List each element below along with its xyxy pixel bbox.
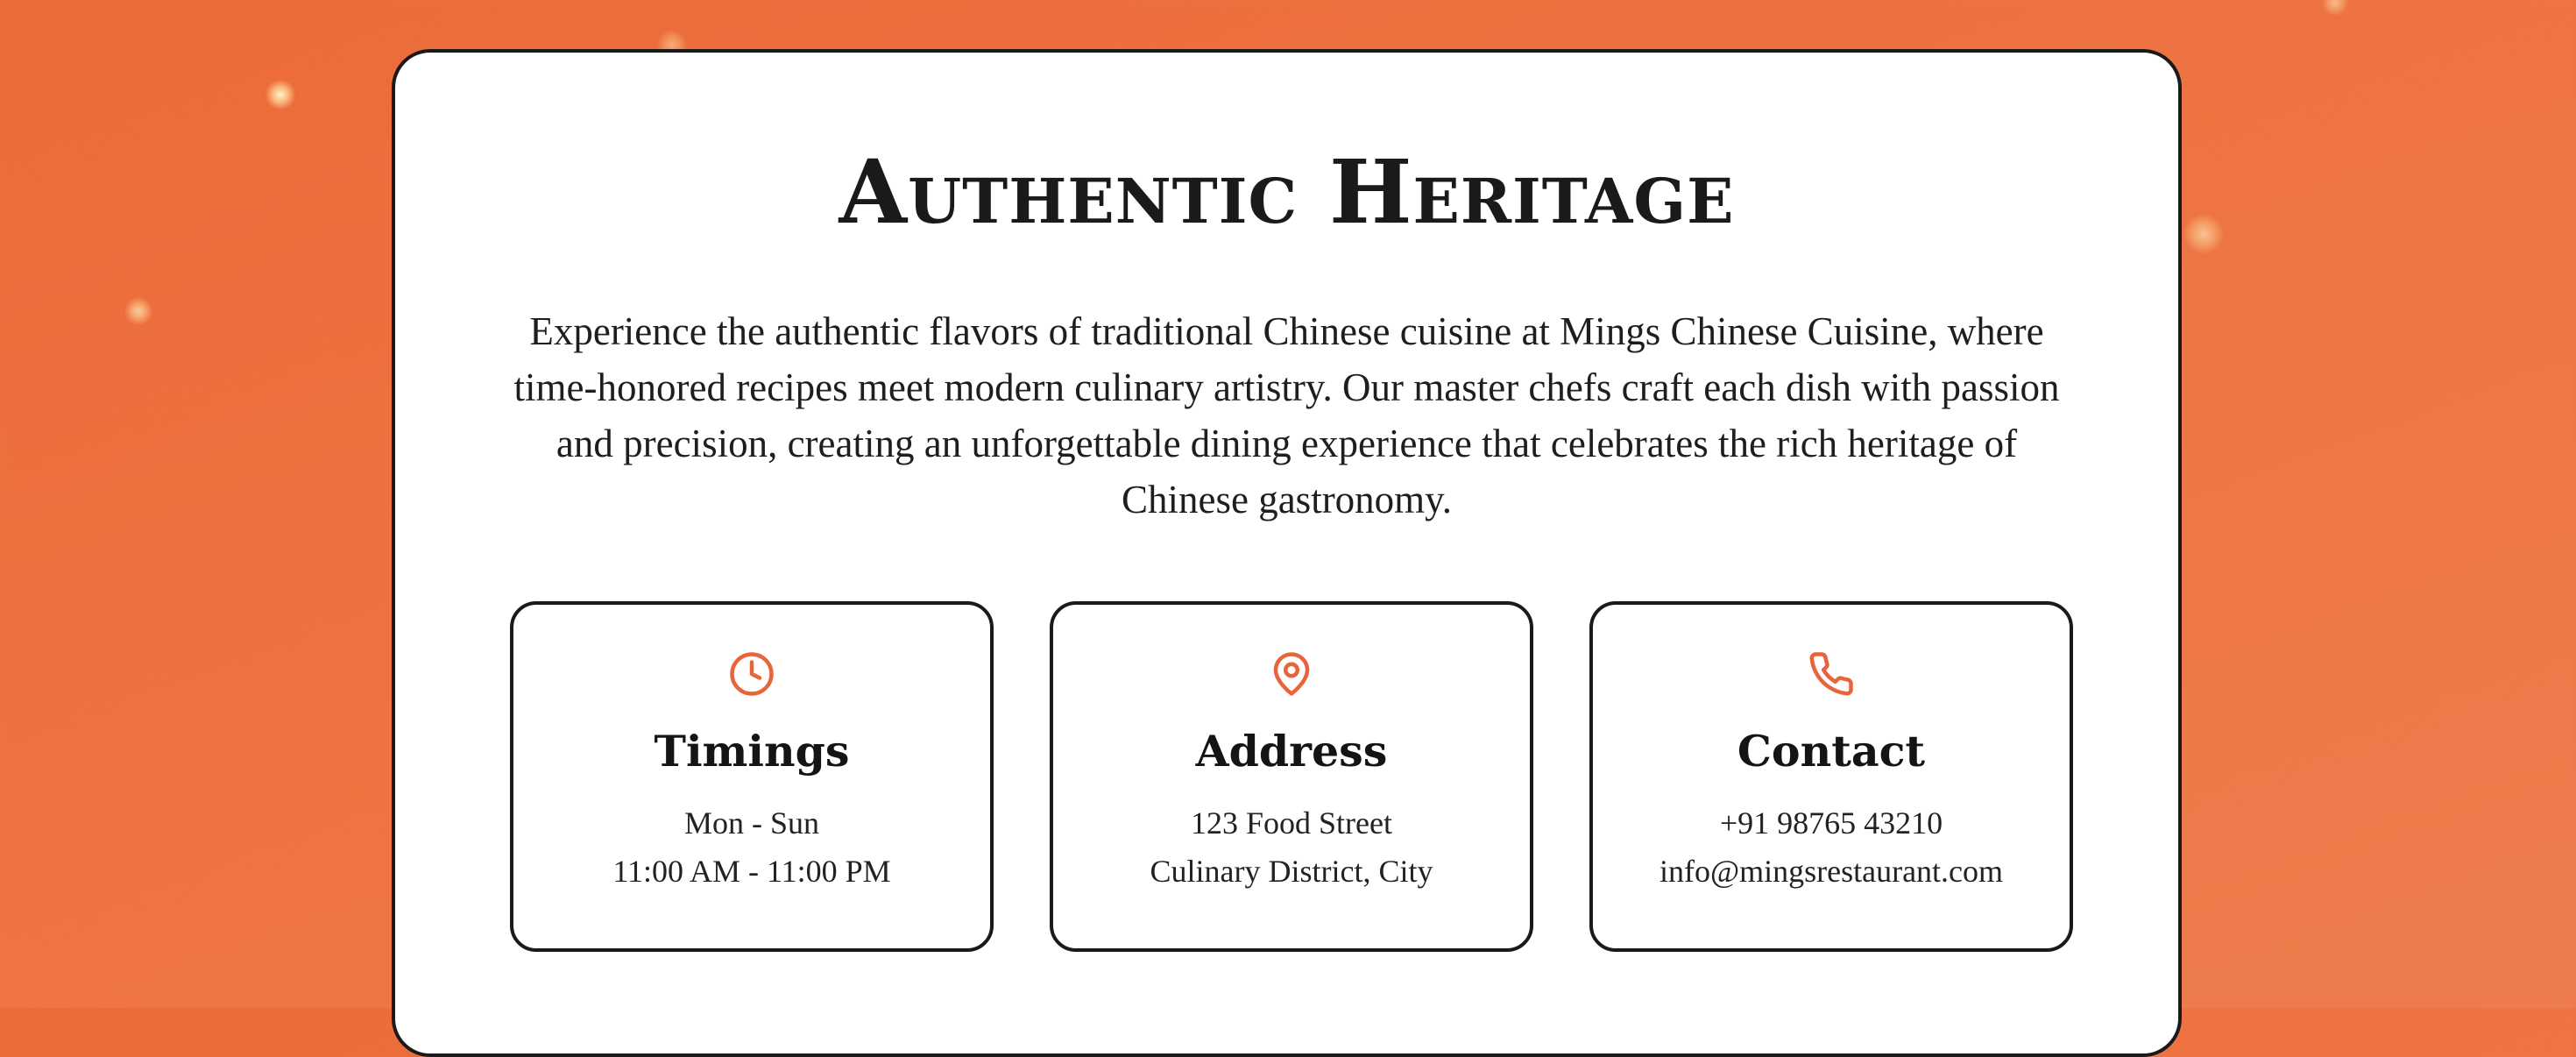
page-title: Authentic Heritage bbox=[839, 140, 1735, 244]
contact-email[interactable]: info@mingsrestaurant.com bbox=[1593, 853, 2070, 890]
address-card: Address 123 Food Street Culinary Distric… bbox=[1050, 601, 1533, 952]
background-glow bbox=[124, 297, 152, 325]
timings-hours: 11:00 AM - 11:00 PM bbox=[612, 854, 891, 889]
phone-icon bbox=[1808, 650, 1855, 698]
about-card: Authentic Heritage Experience the authen… bbox=[392, 49, 2182, 1057]
contact-card: Contact +91 98765 43210 info@mingsrestau… bbox=[1589, 601, 2073, 952]
timings-heading: Timings bbox=[654, 726, 850, 777]
background-glow bbox=[265, 80, 295, 110]
background-glow bbox=[2322, 0, 2348, 16]
timings-card: Timings Mon - Sun 11:00 AM - 11:00 PM bbox=[510, 601, 994, 952]
address-street: 123 Food Street bbox=[1191, 805, 1392, 841]
map-pin-icon bbox=[1268, 650, 1315, 698]
background-glow bbox=[2183, 214, 2224, 254]
address-heading: Address bbox=[1195, 726, 1388, 777]
contact-heading: Contact bbox=[1737, 726, 1926, 777]
contact-phone[interactable]: +91 98765 43210 bbox=[1593, 805, 2070, 841]
description-text: Experience the authentic flavors of trad… bbox=[513, 309, 2060, 521]
timings-days: Mon - Sun bbox=[683, 805, 820, 841]
address-district: Culinary District, City bbox=[1150, 854, 1433, 889]
clock-icon bbox=[728, 650, 775, 698]
